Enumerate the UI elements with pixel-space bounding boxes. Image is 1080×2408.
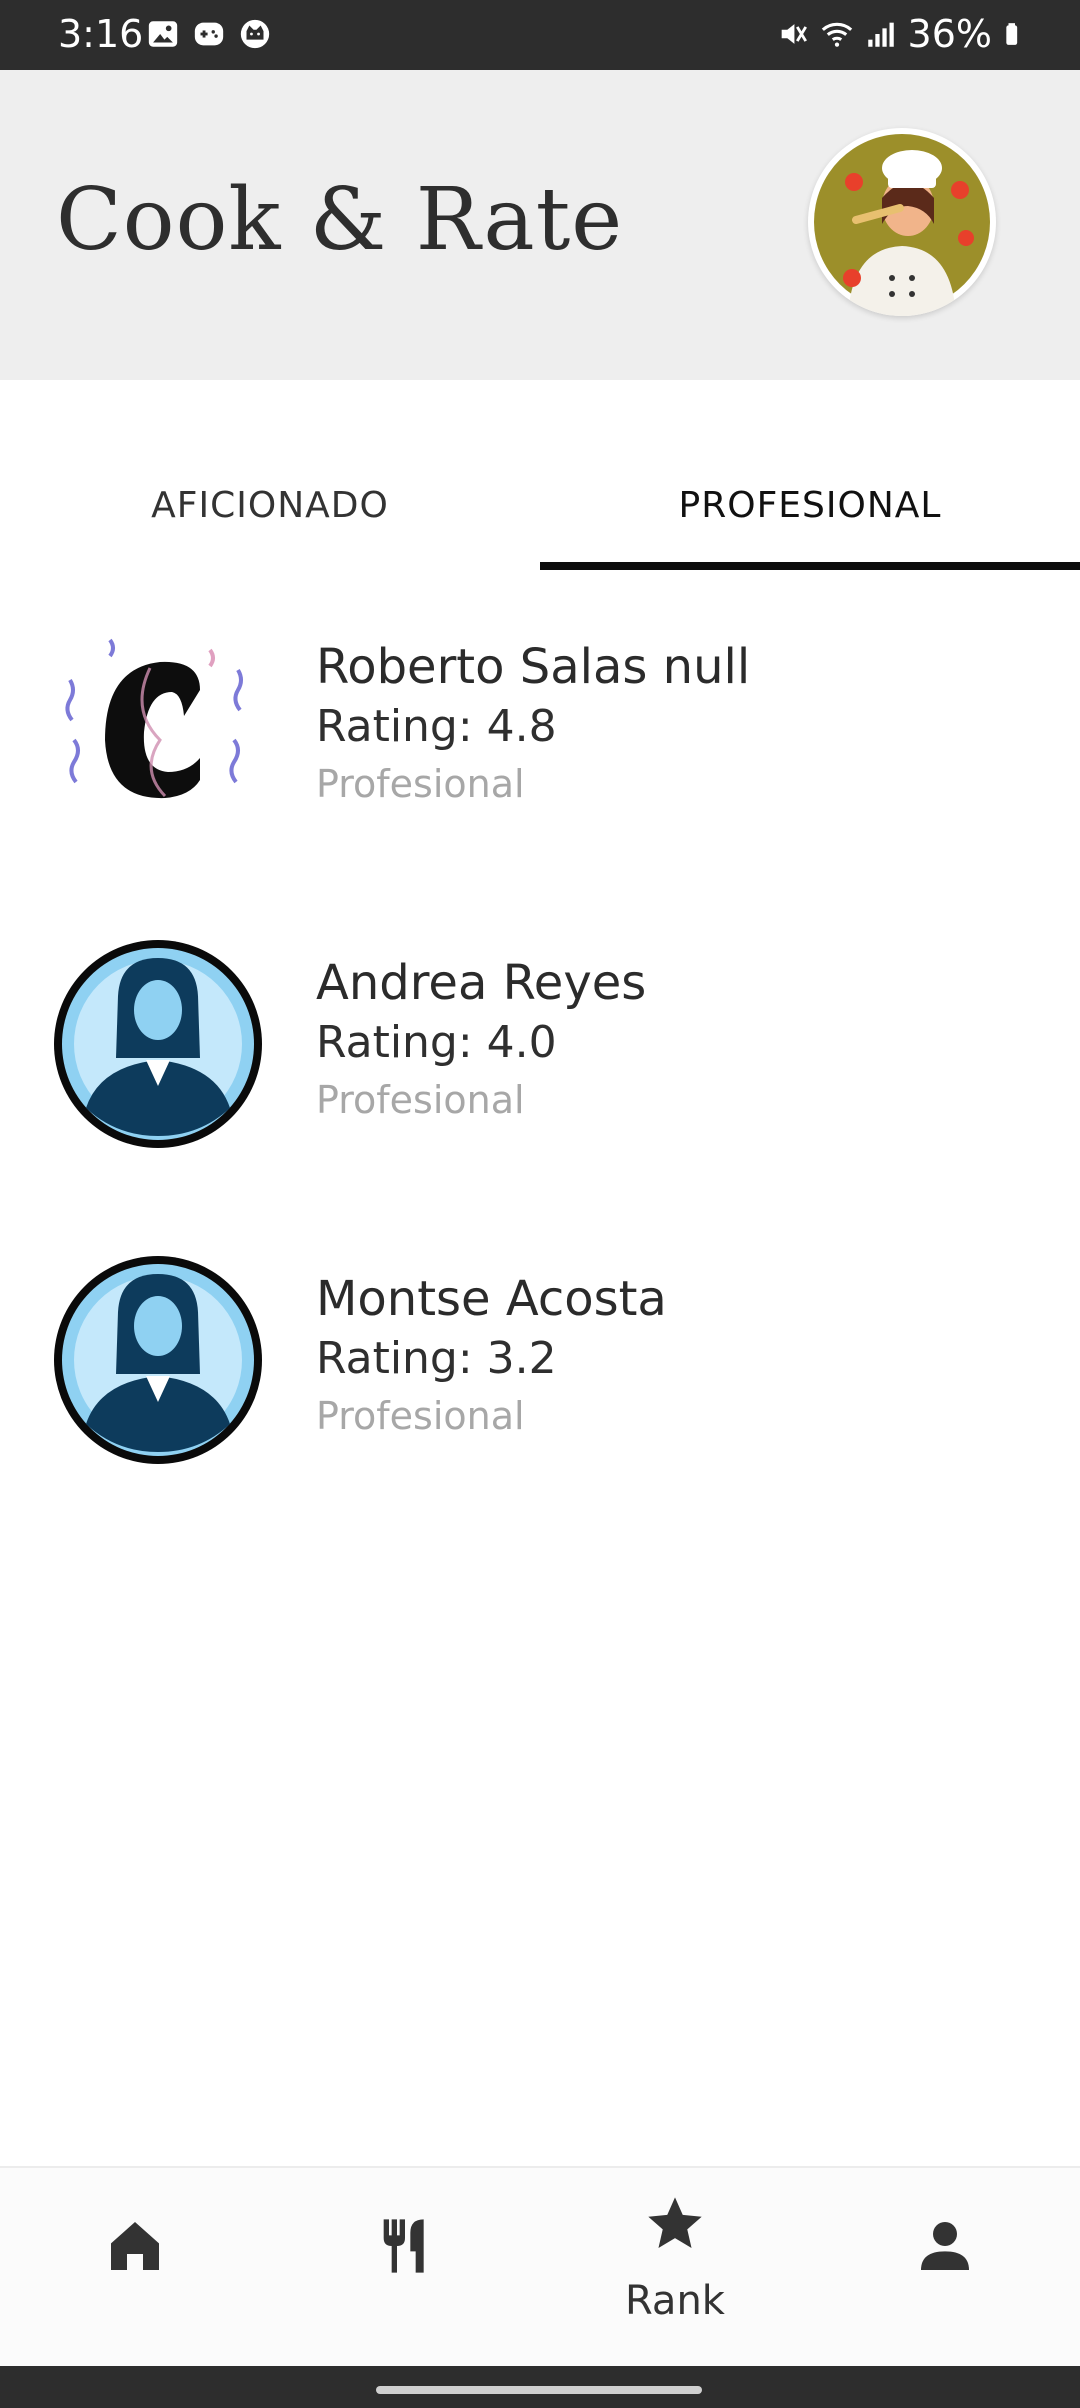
battery-icon xyxy=(1006,23,1018,45)
app-title: Cook & Rate xyxy=(56,170,624,270)
list-item[interactable]: Montse Acosta Rating: 3.2 Profesional xyxy=(0,1232,1080,1492)
star-icon xyxy=(648,2197,702,2248)
chef-info: Andrea Reyes Rating: 4.0 Profesional xyxy=(316,952,646,1128)
status-system-icons: 36% xyxy=(776,10,1028,58)
nav-home[interactable] xyxy=(0,2168,270,2368)
chef-info: Montse Acosta Rating: 3.2 Profesional xyxy=(316,1268,667,1444)
battery-percentage: 36% xyxy=(907,12,992,56)
cat-face-icon xyxy=(240,19,270,49)
chef-level: Profesional xyxy=(316,1078,525,1122)
chef-level: Profesional xyxy=(316,762,525,806)
list-item[interactable]: Andrea Reyes Rating: 4.0 Profesional xyxy=(0,916,1080,1176)
wifi-icon xyxy=(821,22,852,47)
chef-name: Roberto Salas null xyxy=(316,639,751,695)
woman-avatar-image xyxy=(54,1256,262,1464)
status-bar: 3:16 36% xyxy=(0,0,1080,70)
game-icon xyxy=(194,22,224,46)
app-header: Cook & Rate xyxy=(0,70,1080,380)
chef-illustration xyxy=(814,134,990,316)
chef-rating: Rating: 3.2 xyxy=(316,1333,557,1384)
home-icon xyxy=(111,2222,159,2270)
list-item[interactable]: Roberto Salas null Rating: 4.8 Profesion… xyxy=(0,600,1080,860)
chef-rating: Rating: 4.0 xyxy=(316,1017,557,1068)
home-gesture-handle[interactable] xyxy=(376,2386,702,2394)
system-navigation-bar xyxy=(0,2366,1080,2408)
nav-rank[interactable]: Rank xyxy=(540,2168,810,2368)
image-icon xyxy=(148,21,178,47)
chef-name: Andrea Reyes xyxy=(316,955,647,1011)
chef-level: Profesional xyxy=(316,1394,525,1438)
chef-info: Roberto Salas null Rating: 4.8 Profesion… xyxy=(316,636,750,812)
status-notification-icons xyxy=(146,17,272,51)
mute-icon xyxy=(781,24,807,44)
nav-rank-label: Rank xyxy=(625,2278,725,2324)
bottom-navigation: Rank xyxy=(0,2166,1080,2368)
fork-knife-icon xyxy=(383,2219,424,2273)
chef-avatar-icon[interactable] xyxy=(808,128,996,316)
letter-c-image xyxy=(65,638,243,799)
chef-name: Montse Acosta xyxy=(316,1271,667,1327)
woman-avatar-image xyxy=(54,940,262,1148)
status-time: 3:16 xyxy=(58,12,144,56)
tab-bar: AFICIONADO PROFESIONAL xyxy=(0,440,1080,570)
woman-avatar xyxy=(50,1252,266,1468)
nav-profile[interactable] xyxy=(810,2168,1080,2368)
chef-rating: Rating: 4.8 xyxy=(316,701,557,752)
nav-recipes[interactable] xyxy=(270,2168,540,2368)
signal-icon xyxy=(867,22,894,47)
person-icon xyxy=(921,2222,969,2270)
tab-selected-indicator xyxy=(540,562,1080,570)
tab-aficionado[interactable]: AFICIONADO xyxy=(0,440,540,570)
woman-avatar xyxy=(50,936,266,1152)
letter-c-avatar xyxy=(50,620,266,836)
tab-profesional[interactable]: PROFESIONAL xyxy=(540,440,1080,570)
